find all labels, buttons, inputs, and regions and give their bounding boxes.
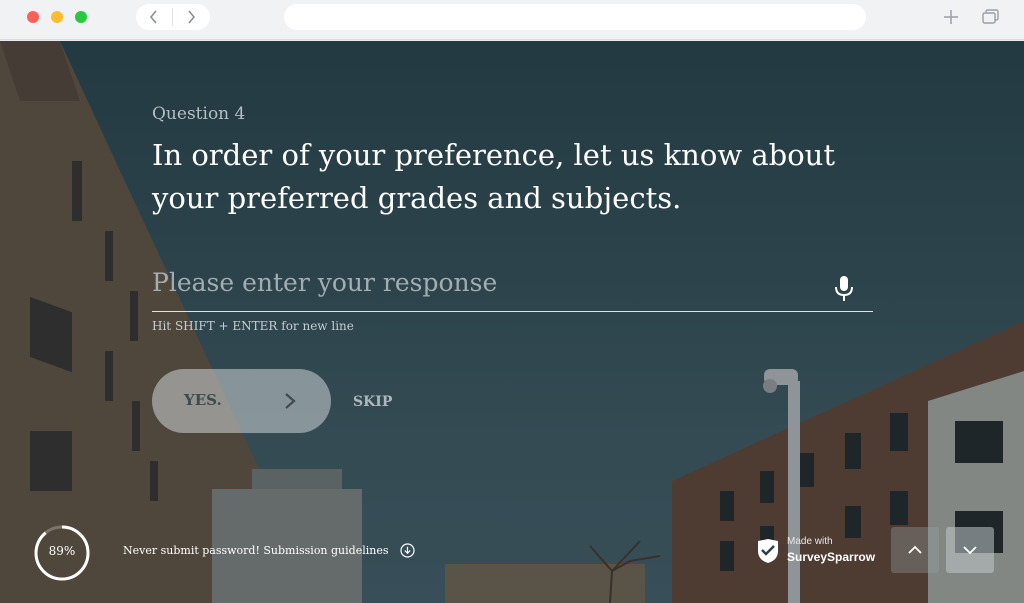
chevron-right-icon [188, 10, 196, 24]
chevron-up-icon [908, 545, 922, 554]
maximize-window-button[interactable] [75, 11, 87, 23]
progress-ring: 89% [33, 524, 91, 582]
response-placeholder: Please enter your response [152, 268, 498, 297]
guidelines-text: Never submit password! Submission guidel… [123, 544, 389, 557]
previous-question-button[interactable] [891, 527, 939, 573]
response-input[interactable]: Please enter your response [152, 263, 873, 312]
chevron-right-icon [285, 393, 296, 409]
brand-name: SurveySparrow [787, 550, 876, 564]
survey-page: Question 4 In order of your preference, … [0, 41, 1024, 603]
submit-answer-label: YES. [184, 391, 222, 409]
submit-answer-button[interactable]: YES. [152, 369, 331, 433]
forward-button[interactable] [173, 4, 209, 30]
download-circle-icon [399, 543, 415, 558]
plus-icon [944, 10, 958, 24]
surveysparrow-logo-icon [758, 539, 778, 563]
newline-hint: Hit SHIFT + ENTER for new line [152, 319, 354, 333]
minimize-window-button[interactable] [51, 11, 63, 23]
chevron-left-icon [149, 10, 157, 24]
next-question-button[interactable] [946, 527, 994, 573]
tabs-icon [982, 9, 999, 24]
question-title: In order of your preference, let us know… [152, 138, 836, 215]
progress-percent: 89% [48, 544, 76, 558]
skip-button[interactable]: SKIP [353, 394, 392, 410]
new-tab-button[interactable] [940, 6, 962, 28]
browser-toolbar [0, 0, 1024, 40]
microphone-icon[interactable] [833, 275, 855, 303]
surveysparrow-badge[interactable]: Made with SurveySparrow [756, 536, 886, 568]
back-button[interactable] [136, 4, 172, 30]
question-number: Question 4 [152, 104, 246, 124]
made-with-text: Made with [787, 536, 833, 547]
address-bar[interactable] [284, 4, 866, 30]
close-window-button[interactable] [27, 11, 39, 23]
tab-overview-button[interactable] [980, 6, 1002, 28]
chevron-down-icon [963, 546, 977, 555]
browser-nav [136, 4, 210, 30]
submission-guidelines-link[interactable]: Never submit password! Submission guidel… [123, 543, 415, 558]
